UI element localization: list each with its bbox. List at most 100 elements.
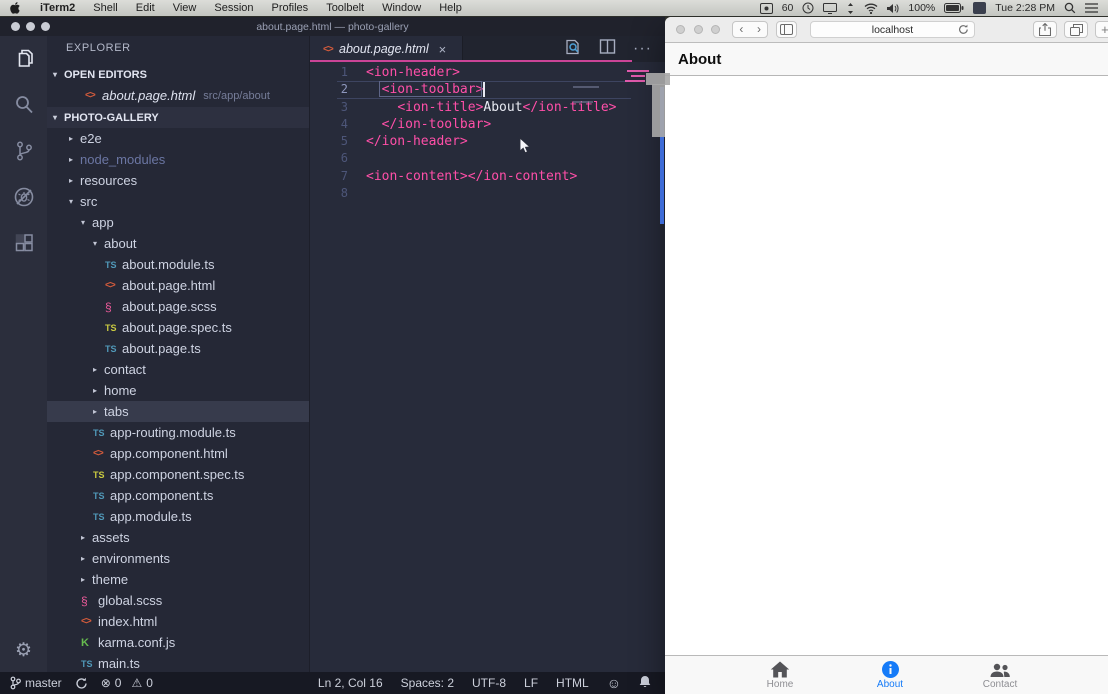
ionic-tab-contact[interactable]: Contact bbox=[945, 656, 1055, 694]
wifi-icon[interactable] bbox=[864, 3, 878, 14]
open-editor-item[interactable]: <> about.page.html src/app/about bbox=[47, 85, 309, 106]
tree-item-environments[interactable]: ▸environments bbox=[47, 548, 309, 569]
code-text: <ion-content></ion-content> bbox=[366, 168, 577, 185]
refresh-icon[interactable] bbox=[958, 24, 969, 38]
status-item-spaces-2[interactable]: Spaces: 2 bbox=[401, 676, 454, 690]
tree-item-karma.conf.js[interactable]: Kkarma.conf.js bbox=[47, 632, 309, 653]
tree-item-about.page.html[interactable]: <>about.page.html bbox=[47, 275, 309, 296]
tree-item-global.scss[interactable]: §global.scss bbox=[47, 590, 309, 611]
open-preview-icon[interactable] bbox=[564, 38, 582, 61]
display-icon[interactable] bbox=[823, 3, 837, 14]
vscode-window-controls[interactable] bbox=[11, 22, 50, 31]
tree-item-app.module.ts[interactable]: TSapp.module.ts bbox=[47, 506, 309, 527]
minimap[interactable] bbox=[601, 70, 657, 230]
menu-item-session[interactable]: Session bbox=[205, 2, 262, 14]
problems-indicator[interactable]: ⊗ 0 ⚠ 0 bbox=[101, 676, 153, 690]
volume-icon[interactable] bbox=[887, 3, 899, 14]
sidebar-toggle-button[interactable] bbox=[776, 21, 796, 38]
sync-indicator[interactable] bbox=[75, 677, 88, 690]
tree-item-tabs[interactable]: ▸tabs bbox=[47, 401, 309, 422]
open-editors-header[interactable]: ▾ OPEN EDITORS bbox=[47, 64, 309, 85]
error-count: 0 bbox=[115, 676, 122, 690]
close-window-button[interactable] bbox=[11, 22, 20, 31]
tree-item-theme[interactable]: ▸theme bbox=[47, 569, 309, 590]
clock-icon[interactable] bbox=[802, 2, 814, 14]
tree-item-app.component.spec.ts[interactable]: TSapp.component.spec.ts bbox=[47, 464, 309, 485]
menu-item-toolbelt[interactable]: Toolbelt bbox=[317, 2, 373, 14]
ionic-tab-home[interactable]: Home bbox=[725, 656, 835, 694]
share-button[interactable] bbox=[1033, 21, 1057, 38]
menu-clock[interactable]: Tue 2:28 PM bbox=[995, 2, 1055, 14]
tree-item-about.module.ts[interactable]: TSabout.module.ts bbox=[47, 254, 309, 275]
menu-item-help[interactable]: Help bbox=[430, 2, 471, 14]
menu-item-window[interactable]: Window bbox=[373, 2, 430, 14]
ts-file-icon: TS bbox=[105, 344, 122, 354]
address-bar[interactable]: localhost bbox=[810, 21, 976, 38]
tree-item-node_modules[interactable]: ▸node_modules bbox=[47, 149, 309, 170]
status-item-html[interactable]: HTML bbox=[556, 676, 589, 690]
project-section-header[interactable]: ▾ PHOTO-GALLERY bbox=[47, 107, 309, 128]
tree-item-app.component.ts[interactable]: TSapp.component.ts bbox=[47, 485, 309, 506]
apple-menu-icon[interactable] bbox=[10, 2, 21, 14]
extensions-icon[interactable] bbox=[0, 220, 47, 266]
menu-item-iterm2[interactable]: iTerm2 bbox=[31, 2, 84, 14]
menu-item-shell[interactable]: Shell bbox=[84, 2, 126, 14]
tree-item-label: about bbox=[104, 236, 137, 251]
debug-icon[interactable] bbox=[0, 174, 47, 220]
tree-item-assets[interactable]: ▸assets bbox=[47, 527, 309, 548]
notification-center-icon[interactable] bbox=[1085, 3, 1098, 13]
chevron-down-icon: ▾ bbox=[81, 218, 92, 227]
back-button[interactable]: ‹ bbox=[733, 22, 750, 37]
browser-window-controls[interactable] bbox=[676, 25, 720, 34]
tree-item-app.component.html[interactable]: <>app.component.html bbox=[47, 443, 309, 464]
tree-item-e2e[interactable]: ▸e2e bbox=[47, 128, 309, 149]
menu-item-view[interactable]: View bbox=[164, 2, 206, 14]
vscode-title-bar[interactable]: about.page.html — photo-gallery bbox=[0, 17, 665, 36]
tab-overview-button[interactable] bbox=[1064, 21, 1088, 38]
settings-gear-icon[interactable]: ⚙ bbox=[0, 639, 47, 662]
updown-icon[interactable] bbox=[846, 3, 855, 14]
more-actions-icon[interactable]: ··· bbox=[633, 40, 652, 58]
zoom-window-button[interactable] bbox=[711, 25, 720, 34]
split-editor-icon[interactable] bbox=[599, 38, 616, 60]
tab-close-icon[interactable]: × bbox=[439, 42, 447, 57]
status-item-ln-2-col-16[interactable]: Ln 2, Col 16 bbox=[318, 676, 383, 690]
menu-item-edit[interactable]: Edit bbox=[127, 2, 164, 14]
tree-item-home[interactable]: ▸home bbox=[47, 380, 309, 401]
zoom-window-button[interactable] bbox=[41, 22, 50, 31]
tab-about-page-html[interactable]: <> about.page.html × bbox=[310, 36, 463, 62]
tree-item-contact[interactable]: ▸contact bbox=[47, 359, 309, 380]
tree-item-about.page.spec.ts[interactable]: TSabout.page.spec.ts bbox=[47, 317, 309, 338]
tree-item-src[interactable]: ▾src bbox=[47, 191, 309, 212]
tab-label: About bbox=[877, 679, 903, 690]
forward-button[interactable]: › bbox=[751, 22, 768, 37]
tree-item-index.html[interactable]: <>index.html bbox=[47, 611, 309, 632]
tree-item-app-routing.module.ts[interactable]: TSapp-routing.module.ts bbox=[47, 422, 309, 443]
search-icon[interactable] bbox=[0, 82, 47, 128]
input-source-icon[interactable] bbox=[973, 2, 986, 14]
minimize-window-button[interactable] bbox=[26, 22, 35, 31]
tree-item-main.ts[interactable]: TSmain.ts bbox=[47, 653, 309, 672]
spotlight-icon[interactable] bbox=[1064, 2, 1076, 14]
source-control-icon[interactable] bbox=[0, 128, 47, 174]
screen-capture-icon[interactable] bbox=[760, 3, 773, 14]
explorer-icon[interactable] bbox=[0, 36, 47, 82]
activity-bar: ⚙ bbox=[0, 36, 47, 672]
tree-item-about.page.scss[interactable]: §about.page.scss bbox=[47, 296, 309, 317]
notifications-bell-icon[interactable] bbox=[639, 675, 651, 691]
status-item-lf[interactable]: LF bbox=[524, 676, 538, 690]
mouse-cursor bbox=[519, 137, 532, 160]
battery-icon[interactable] bbox=[944, 3, 964, 13]
ionic-tab-about[interactable]: About bbox=[835, 656, 945, 694]
minimize-window-button[interactable] bbox=[694, 25, 703, 34]
new-tab-button[interactable]: + bbox=[1095, 21, 1108, 38]
tree-item-resources[interactable]: ▸resources bbox=[47, 170, 309, 191]
feedback-smiley-icon[interactable]: ☺ bbox=[607, 675, 621, 691]
tree-item-about.page.ts[interactable]: TSabout.page.ts bbox=[47, 338, 309, 359]
tree-item-about[interactable]: ▾about bbox=[47, 233, 309, 254]
git-branch-indicator[interactable]: master bbox=[10, 676, 62, 690]
status-item-utf-8[interactable]: UTF-8 bbox=[472, 676, 506, 690]
tree-item-app[interactable]: ▾app bbox=[47, 212, 309, 233]
menu-item-profiles[interactable]: Profiles bbox=[263, 2, 318, 14]
close-window-button[interactable] bbox=[676, 25, 685, 34]
